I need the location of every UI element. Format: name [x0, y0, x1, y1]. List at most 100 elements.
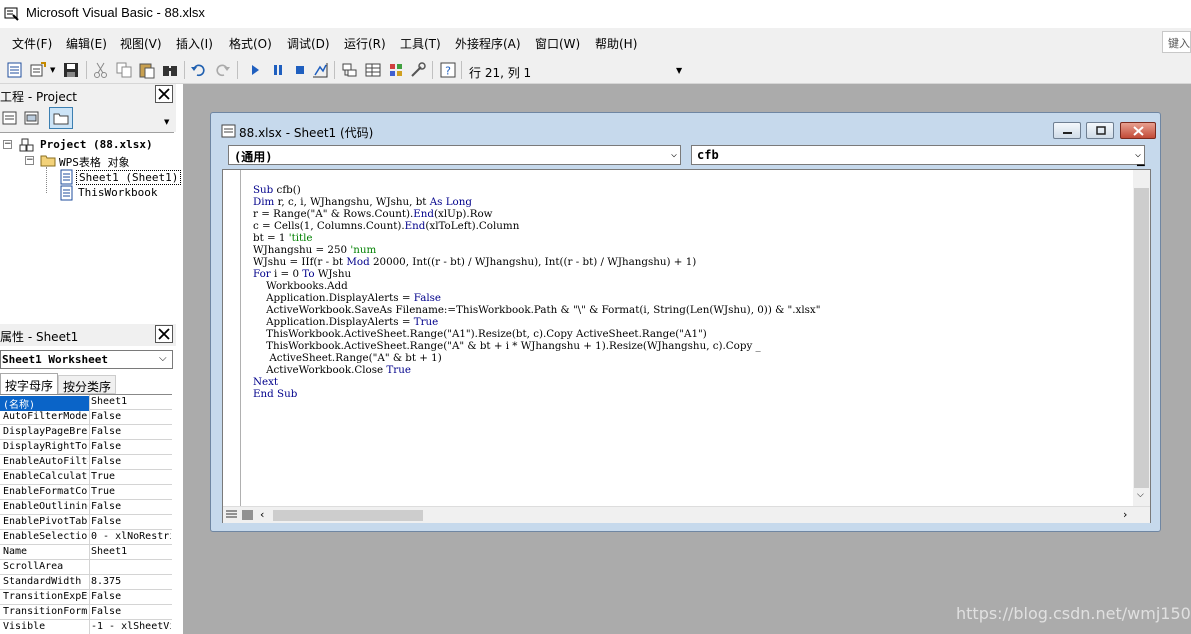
- object-selector[interactable]: Sheet1 Worksheet ⌵: [0, 350, 173, 369]
- menu-tools[interactable]: 工具(T): [400, 35, 441, 52]
- object-browser-icon[interactable]: [387, 61, 405, 79]
- code-line[interactable]: Application.DisplayAlerts = True: [253, 316, 820, 328]
- properties-window-icon[interactable]: [364, 61, 382, 79]
- cut-icon[interactable]: [92, 61, 110, 79]
- property-value[interactable]: False: [91, 441, 171, 452]
- scroll-thumb[interactable]: [1134, 188, 1149, 488]
- property-row[interactable]: DisplayRightToLeftFalse: [0, 440, 172, 455]
- scroll-up-icon[interactable]: ▔: [1137, 166, 1145, 177]
- object-combo[interactable]: (通用) ⌵: [228, 145, 681, 165]
- save-icon[interactable]: [62, 61, 80, 79]
- menu-view[interactable]: 视图(V): [120, 35, 162, 52]
- property-row[interactable]: EnableOutlining False: [0, 500, 172, 515]
- view-object-icon[interactable]: [24, 110, 40, 126]
- procedure-combo[interactable]: cfb ⌵: [691, 145, 1145, 165]
- property-value[interactable]: False: [91, 456, 171, 467]
- code-line[interactable]: ActiveWorkbook.Close True: [253, 364, 820, 376]
- code-line[interactable]: End Sub: [253, 388, 820, 400]
- code-line[interactable]: For i = 0 To WJshu: [253, 268, 820, 280]
- paste-icon[interactable]: [138, 61, 156, 79]
- property-row[interactable]: TransitionExpEvalFalse: [0, 590, 172, 605]
- property-row[interactable]: ScrollArea: [0, 560, 172, 575]
- tree-item-sheet1[interactable]: Sheet1 (Sheet1): [76, 170, 182, 185]
- code-line[interactable]: Dim r, c, i, WJhangshu, WJshu, bt As Lon…: [253, 196, 820, 208]
- property-row[interactable]: Name Sheet1: [0, 545, 172, 560]
- menu-addins[interactable]: 外接程序(A): [455, 35, 521, 52]
- full-module-view-icon[interactable]: [241, 509, 254, 521]
- break-icon[interactable]: [269, 61, 287, 79]
- code-line[interactable]: WJshu = IIf(r - bt Mod 20000, Int((r - b…: [253, 256, 820, 268]
- property-value[interactable]: Sheet1: [91, 396, 171, 407]
- property-value[interactable]: True: [91, 471, 171, 482]
- scroll-down-icon[interactable]: ⌵: [1137, 490, 1144, 500]
- menu-window[interactable]: 窗口(W): [535, 35, 580, 52]
- tab-alphabetic[interactable]: 按字母序: [0, 373, 58, 394]
- property-row[interactable]: TransitionFormEntryFalse: [0, 605, 172, 620]
- close-button[interactable]: [1120, 122, 1156, 139]
- property-row[interactable]: DisplayPageBreaksFalse: [0, 425, 172, 440]
- property-row[interactable]: EnableSelection0 - xlNoRestrictions: [0, 530, 172, 545]
- project-pane-close-icon[interactable]: [155, 85, 173, 103]
- chevron-down-icon[interactable]: ⌵: [159, 353, 167, 364]
- property-value[interactable]: False: [91, 591, 171, 602]
- property-value[interactable]: False: [91, 411, 171, 422]
- copy-icon[interactable]: [115, 61, 133, 79]
- code-line[interactable]: bt = 1 'title: [253, 232, 820, 244]
- procedure-view-icon[interactable]: [225, 509, 238, 521]
- property-row[interactable]: EnableAutoFilterFalse: [0, 455, 172, 470]
- code-text[interactable]: Sub cfb() Dim r, c, i, WJhangshu, WJshu, …: [253, 184, 820, 400]
- code-line[interactable]: ThisWorkbook.ActiveSheet.Range("A1").Res…: [253, 328, 820, 340]
- menu-edit[interactable]: 编辑(E): [66, 35, 107, 52]
- code-line[interactable]: ActiveSheet.Range("A" & bt + 1): [253, 352, 820, 364]
- toolbox-icon[interactable]: [409, 61, 427, 79]
- property-row[interactable]: AutoFilterMode False: [0, 410, 172, 425]
- tree-collapse-icon[interactable]: −: [25, 156, 34, 165]
- scroll-thumb[interactable]: [273, 510, 423, 521]
- property-value[interactable]: Sheet1: [91, 546, 171, 557]
- toolbar-options-icon[interactable]: ▼: [676, 66, 682, 75]
- property-value[interactable]: -1 - xlSheetVisible: [91, 621, 171, 632]
- menu-file[interactable]: 文件(F): [12, 35, 52, 52]
- code-line[interactable]: Sub cfb(): [253, 184, 820, 196]
- vertical-scrollbar[interactable]: ▔ ⌵: [1133, 166, 1150, 506]
- code-line[interactable]: WJhangshu = 250 'num: [253, 244, 820, 256]
- minimize-button[interactable]: [1053, 122, 1081, 139]
- tree-collapse-icon[interactable]: −: [3, 140, 12, 149]
- tree-project-root[interactable]: Project (88.xlsx): [40, 138, 153, 151]
- insert-dropdown-icon[interactable]: ▼: [50, 66, 55, 74]
- code-line[interactable]: Workbooks.Add: [253, 280, 820, 292]
- project-explorer-icon[interactable]: [341, 61, 359, 79]
- tree-folder-objects[interactable]: WPS表格 对象: [59, 154, 130, 170]
- reset-icon[interactable]: [291, 61, 309, 79]
- menu-help[interactable]: 帮助(H): [595, 35, 637, 52]
- toggle-folders-button[interactable]: [49, 107, 73, 129]
- property-row[interactable]: EnablePivotTableFalse: [0, 515, 172, 530]
- code-line[interactable]: Next: [253, 376, 820, 388]
- property-value[interactable]: 0 - xlNoRestrictions: [91, 531, 171, 542]
- design-mode-icon[interactable]: [311, 61, 329, 79]
- find-icon[interactable]: [161, 61, 179, 79]
- code-line[interactable]: Application.DisplayAlerts = False: [253, 292, 820, 304]
- code-line[interactable]: r = Range("A" & Rows.Count).End(xlUp).Ro…: [253, 208, 820, 220]
- help-search-input[interactable]: 键入: [1162, 31, 1191, 53]
- redo-icon[interactable]: [213, 61, 231, 79]
- help-icon[interactable]: ?: [439, 61, 457, 79]
- properties-pane-close-icon[interactable]: [155, 325, 173, 343]
- menu-debug[interactable]: 调试(D): [287, 35, 330, 52]
- code-line[interactable]: ActiveWorkbook.SaveAs Filename:=ThisWork…: [253, 304, 820, 316]
- property-value[interactable]: True: [91, 486, 171, 497]
- view-code-icon[interactable]: [2, 110, 18, 126]
- code-margin[interactable]: [223, 170, 241, 506]
- property-row[interactable]: EnableFormatConditionsCalculationTrue: [0, 485, 172, 500]
- undo-icon[interactable]: [190, 61, 208, 79]
- insert-module-icon[interactable]: [29, 61, 47, 79]
- property-row[interactable]: EnableCalculationTrue: [0, 470, 172, 485]
- tab-categorized[interactable]: 按分类序: [58, 375, 116, 394]
- scroll-left-icon[interactable]: ‹: [260, 508, 264, 521]
- run-icon[interactable]: [246, 61, 264, 79]
- property-value[interactable]: False: [91, 606, 171, 617]
- tree-item-thisworkbook[interactable]: ThisWorkbook: [78, 186, 157, 199]
- property-row[interactable]: (名称) Sheet1: [0, 395, 172, 411]
- menu-insert[interactable]: 插入(I): [176, 35, 213, 52]
- property-value[interactable]: False: [91, 516, 171, 527]
